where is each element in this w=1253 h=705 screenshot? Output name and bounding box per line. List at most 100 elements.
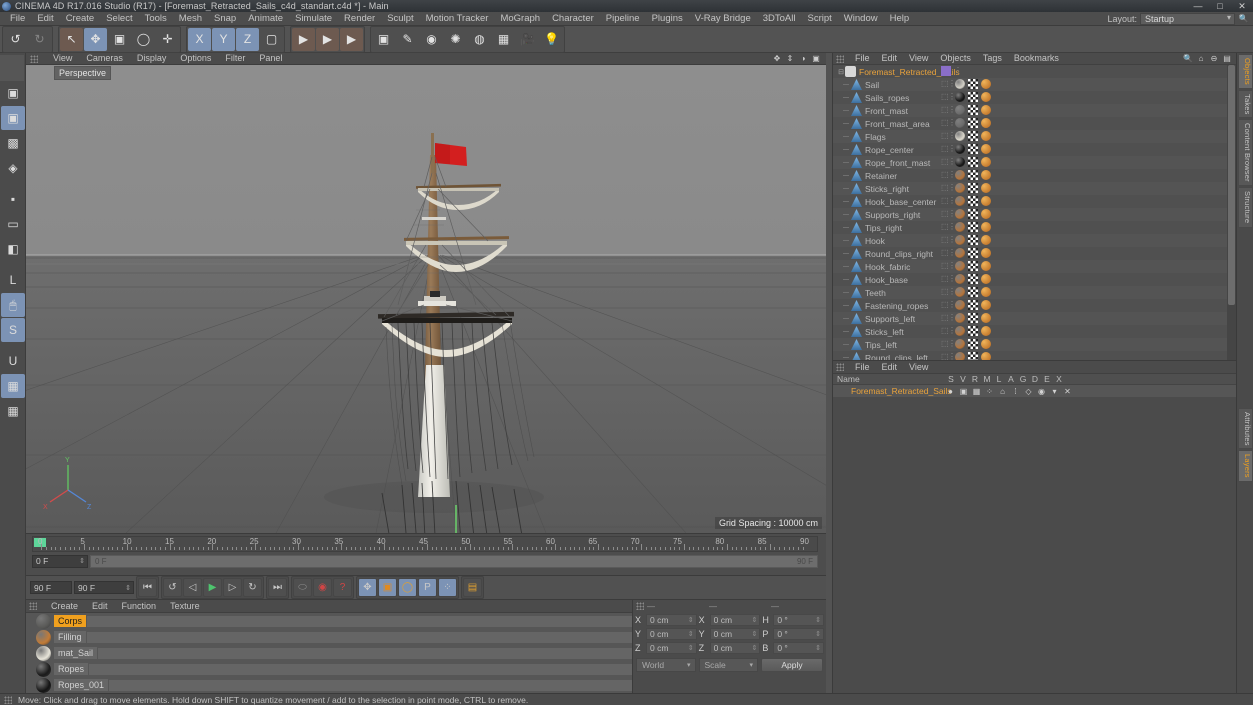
object-visibility-dots[interactable]: ⬚ (941, 353, 945, 360)
selection-tag-icon[interactable] (981, 209, 991, 219)
selection-tag-icon[interactable] (981, 248, 991, 258)
object-visibility-dots[interactable]: ⬚ (941, 197, 945, 205)
magnet-tool-button[interactable]: U (1, 349, 25, 373)
menu-render[interactable]: Render (338, 12, 381, 25)
coord-value-field[interactable]: 0 cm⇕ (646, 628, 697, 640)
material-menu-edit[interactable]: Edit (85, 600, 115, 613)
selection-tag-icon[interactable] (981, 183, 991, 193)
material-item[interactable]: Ropes (36, 661, 632, 677)
object-row[interactable]: Front_mast⬚⋮ (833, 104, 1237, 117)
uv-tag-icon[interactable] (968, 261, 978, 271)
material-tag-icon[interactable] (955, 261, 965, 271)
material-tag-icon[interactable] (955, 287, 965, 297)
object-visibility-dots[interactable]: ⬚ (941, 275, 945, 283)
object-enable-dots[interactable]: ⋮ (954, 67, 958, 75)
model-mode-button[interactable]: ▣ (1, 106, 25, 130)
selection-tag-icon[interactable] (981, 105, 991, 115)
z-axis-lock[interactable]: Z (236, 28, 259, 51)
selection-tag-icon[interactable] (981, 222, 991, 232)
object-row[interactable]: Round_clips_left⬚⋮ (833, 351, 1237, 360)
menu-create[interactable]: Create (60, 12, 101, 25)
material-tag-icon[interactable] (955, 92, 965, 102)
world-object-axis[interactable]: ▢ (260, 28, 283, 51)
menu-select[interactable]: Select (100, 12, 138, 25)
object-visibility-dots[interactable]: ⬚ (941, 340, 945, 348)
object-visibility-dots[interactable]: ⬚ (941, 80, 945, 88)
generators-icon[interactable]: ◇ (1023, 386, 1034, 396)
maximize-button[interactable]: □ (1209, 0, 1231, 12)
render-region-button[interactable]: ▶ (316, 28, 339, 51)
selection-tag-icon[interactable] (981, 196, 991, 206)
viewport-solo-button[interactable]: 🖱 (1, 293, 25, 317)
spinner-icon[interactable]: ⇕ (751, 630, 757, 638)
spinner-icon[interactable]: ⇕ (125, 584, 131, 592)
enable-snap-button[interactable]: S (1, 318, 25, 342)
material-name[interactable]: Corps (54, 615, 86, 627)
object-row[interactable]: Teeth⬚⋮ (833, 286, 1237, 299)
step-forward-button[interactable]: ▷ (223, 578, 242, 597)
layer-row[interactable]: Foremast_Retracted_Sails ● ▣ ▦ ⁘ ⌂ ⁞ ◇ ◉… (833, 385, 1236, 397)
uv-tag-icon[interactable] (968, 248, 978, 258)
object-row[interactable]: Supports_right⬚⋮ (833, 208, 1237, 221)
menu-mograph[interactable]: MoGraph (494, 12, 546, 25)
object-row[interactable]: Rope_front_mast⬚⋮ (833, 156, 1237, 169)
right-tab-structure[interactable]: Structure (1238, 187, 1253, 227)
object-menu-objects[interactable]: Objects (934, 52, 977, 65)
right-tab-takes[interactable]: Takes (1238, 90, 1253, 119)
selection-tag-icon[interactable] (981, 79, 991, 89)
polygon-mode-button[interactable]: ◧ (1, 237, 25, 261)
menu-character[interactable]: Character (546, 12, 600, 25)
coord-value-field[interactable]: 0 cm⇕ (710, 642, 761, 654)
autokey-button[interactable]: ⬭ (293, 578, 312, 597)
material-tag-icon[interactable] (955, 144, 965, 154)
uv-tag-icon[interactable] (968, 79, 978, 89)
point-mode-button[interactable]: ▪ (1, 187, 25, 211)
rotate-tool[interactable]: ◯ (132, 28, 155, 51)
coord-value-field[interactable]: 0 cm⇕ (710, 628, 761, 640)
position-key-button[interactable]: ✥ (358, 578, 377, 597)
object-row[interactable]: Sticks_left⬚⋮ (833, 325, 1237, 338)
material-name[interactable]: Ropes_001 (54, 679, 108, 691)
object-row-root[interactable]: ⊟Foremast_Retracted_Sails⋮ (833, 65, 1237, 78)
selection-tag-icon[interactable] (981, 235, 991, 245)
object-menu-tags[interactable]: Tags (977, 52, 1008, 65)
timeline-ruler[interactable]: 051015202530354045505560657075808590 (32, 536, 818, 552)
material-menu-texture[interactable]: Texture (163, 600, 207, 613)
material-preview-sphere[interactable] (36, 614, 51, 629)
scene-button[interactable]: ▦ (492, 28, 515, 51)
object-visibility-dots[interactable]: ⬚ (941, 223, 945, 231)
material-tag-icon[interactable] (955, 248, 965, 258)
material-tag-icon[interactable] (955, 209, 965, 219)
visible-icon[interactable]: ▣ (958, 386, 969, 396)
render-settings-button[interactable]: ▶ (340, 28, 363, 51)
y-axis-lock[interactable]: Y (212, 28, 235, 51)
viewport-menu-cameras[interactable]: Cameras (79, 52, 130, 65)
object-enable-dots[interactable]: ⋮ (948, 275, 952, 283)
add-spline-button[interactable]: ✎ (396, 28, 419, 51)
material-tag-icon[interactable] (955, 339, 965, 349)
uv-tag-icon[interactable] (968, 170, 978, 180)
minimize-button[interactable]: — (1187, 0, 1209, 12)
object-tree[interactable]: ⊟Foremast_Retracted_Sails⋮Sail⬚⋮Sails_ro… (833, 65, 1237, 360)
material-tag-icon[interactable] (955, 235, 965, 245)
object-row[interactable]: Rope_center⬚⋮ (833, 143, 1237, 156)
keyframe-selection-button[interactable]: ? (333, 578, 352, 597)
expand-collapse-icon[interactable]: ⊟ (837, 68, 845, 76)
right-tab-layers[interactable]: Layers (1238, 450, 1253, 482)
object-visibility-dots[interactable]: ⬚ (941, 210, 945, 218)
selection-tag-icon[interactable] (981, 313, 991, 323)
object-enable-dots[interactable]: ⋮ (948, 223, 952, 231)
lock-icon[interactable]: ⌂ (997, 386, 1008, 396)
coord-value-field[interactable]: 0 cm⇕ (646, 614, 697, 626)
viewport-menu-filter[interactable]: Filter (218, 52, 252, 65)
uv-tag-icon[interactable] (968, 326, 978, 336)
coordinates-grip-handle[interactable] (636, 602, 644, 610)
material-preview-sphere[interactable] (36, 630, 51, 645)
menu-snap[interactable]: Snap (208, 12, 242, 25)
uv-tag-icon[interactable] (968, 313, 978, 323)
layout-dropdown[interactable]: Startup (1140, 13, 1235, 25)
search-icon[interactable]: 🔍 (1183, 54, 1193, 64)
menu-plugins[interactable]: Plugins (646, 12, 689, 25)
solo-icon[interactable]: ● (945, 386, 956, 396)
material-name[interactable]: Filling (54, 631, 86, 643)
